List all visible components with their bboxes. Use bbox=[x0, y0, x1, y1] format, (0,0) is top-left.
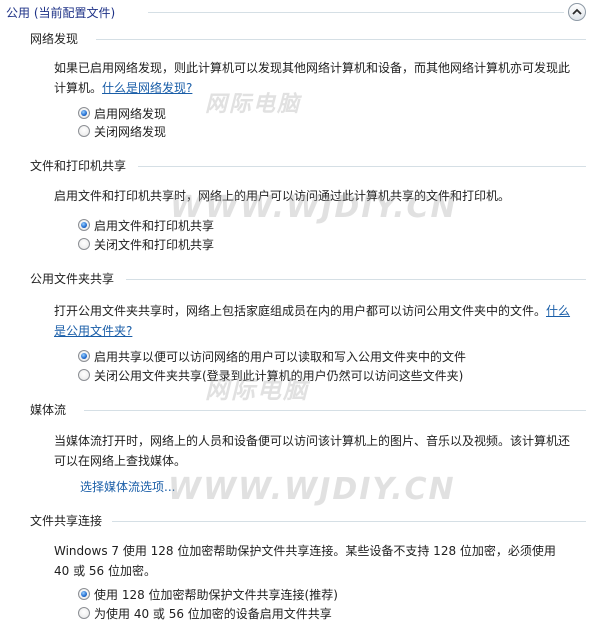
section-title-file-sharing-connections: 文件共享连接 bbox=[30, 514, 103, 528]
radio-label: 关闭公用文件夹共享(登录到此计算机的用户仍然可以访问这些文件夹) bbox=[94, 368, 464, 383]
chevron-up-icon bbox=[572, 8, 582, 15]
radio-button[interactable] bbox=[78, 238, 90, 250]
radio-label: 启用文件和打印机共享 bbox=[94, 218, 215, 233]
network-discovery-description: 如果已启用网络发现，则此计算机可以发现其他网络计算机和设备，而其他网络计算机亦可… bbox=[54, 58, 574, 98]
what-is-network-discovery-link[interactable]: 什么是网络发现? bbox=[102, 81, 192, 95]
radio-button-checked[interactable] bbox=[78, 350, 90, 362]
radio-enable-network-discovery[interactable]: 启用网络发现 bbox=[78, 104, 166, 122]
radio-disable-public-folder-sharing[interactable]: 关闭公用文件夹共享(登录到此计算机的用户仍然可以访问这些文件夹) bbox=[78, 366, 463, 384]
public-folder-sharing-description: 打开公用文件夹共享时，网络上包括家庭组成员在内的用户都可以访问公用文件夹中的文件… bbox=[54, 301, 574, 341]
profile-header: 公用 (当前配置文件) bbox=[0, 0, 598, 24]
radio-label: 启用共享以便可以访问网络的用户可以读取和写入公用文件夹中的文件 bbox=[94, 349, 467, 364]
radio-label: 启用网络发现 bbox=[94, 106, 167, 121]
radio-disable-file-printer-sharing[interactable]: 关闭文件和打印机共享 bbox=[78, 235, 214, 253]
watermark: WWW.WJDIY.CN bbox=[168, 472, 456, 507]
radio-128bit-encryption[interactable]: 使用 128 位加密帮助保护文件共享连接(推荐) bbox=[78, 585, 338, 603]
radio-label: 为使用 40 或 56 位加密的设备启用文件共享 bbox=[94, 606, 332, 621]
radio-button[interactable] bbox=[78, 369, 90, 381]
radio-button[interactable] bbox=[78, 125, 90, 137]
collapse-button[interactable] bbox=[568, 3, 586, 21]
section-title-network-discovery: 网络发现 bbox=[30, 32, 79, 46]
radio-button[interactable] bbox=[78, 607, 90, 619]
section-title-file-printer-sharing: 文件和打印机共享 bbox=[30, 159, 127, 173]
description-text: 打开公用文件夹共享时，网络上包括家庭组成员在内的用户都可以访问公用文件夹中的文件… bbox=[54, 304, 547, 318]
section-divider bbox=[126, 279, 586, 280]
media-streaming-description: 当媒体流打开时，网络上的人员和设备便可以访问该计算机上的图片、音乐以及视频。该计… bbox=[54, 434, 571, 468]
radio-40-56bit-encryption[interactable]: 为使用 40 或 56 位加密的设备启用文件共享 bbox=[78, 604, 332, 622]
radio-label: 使用 128 位加密帮助保护文件共享连接(推荐) bbox=[94, 587, 338, 602]
section-divider bbox=[84, 410, 586, 411]
header-divider bbox=[148, 12, 564, 13]
profile-title: 公用 (当前配置文件) bbox=[6, 6, 116, 20]
radio-enable-public-folder-sharing[interactable]: 启用共享以便可以访问网络的用户可以读取和写入公用文件夹中的文件 bbox=[78, 347, 466, 365]
radio-button-checked[interactable] bbox=[78, 588, 90, 600]
radio-label: 关闭文件和打印机共享 bbox=[94, 237, 215, 252]
section-title-media-streaming: 媒体流 bbox=[30, 403, 67, 417]
file-sharing-connections-description: Windows 7 使用 128 位加密帮助保护文件共享连接。某些设备不支持 1… bbox=[54, 544, 556, 578]
choose-media-streaming-options-link[interactable]: 选择媒体流选项... bbox=[80, 478, 175, 495]
radio-button-checked[interactable] bbox=[78, 107, 90, 119]
section-divider bbox=[96, 39, 586, 40]
section-divider bbox=[112, 521, 586, 522]
radio-enable-file-printer-sharing[interactable]: 启用文件和打印机共享 bbox=[78, 216, 214, 234]
file-printer-sharing-description: 启用文件和打印机共享时，网络上的用户可以访问通过此计算机共享的文件和打印机。 bbox=[54, 189, 511, 203]
section-title-public-folder-sharing: 公用文件夹共享 bbox=[30, 272, 115, 286]
section-divider bbox=[138, 166, 586, 167]
radio-label: 关闭网络发现 bbox=[94, 124, 167, 139]
radio-disable-network-discovery[interactable]: 关闭网络发现 bbox=[78, 122, 166, 140]
radio-button-checked[interactable] bbox=[78, 219, 90, 231]
